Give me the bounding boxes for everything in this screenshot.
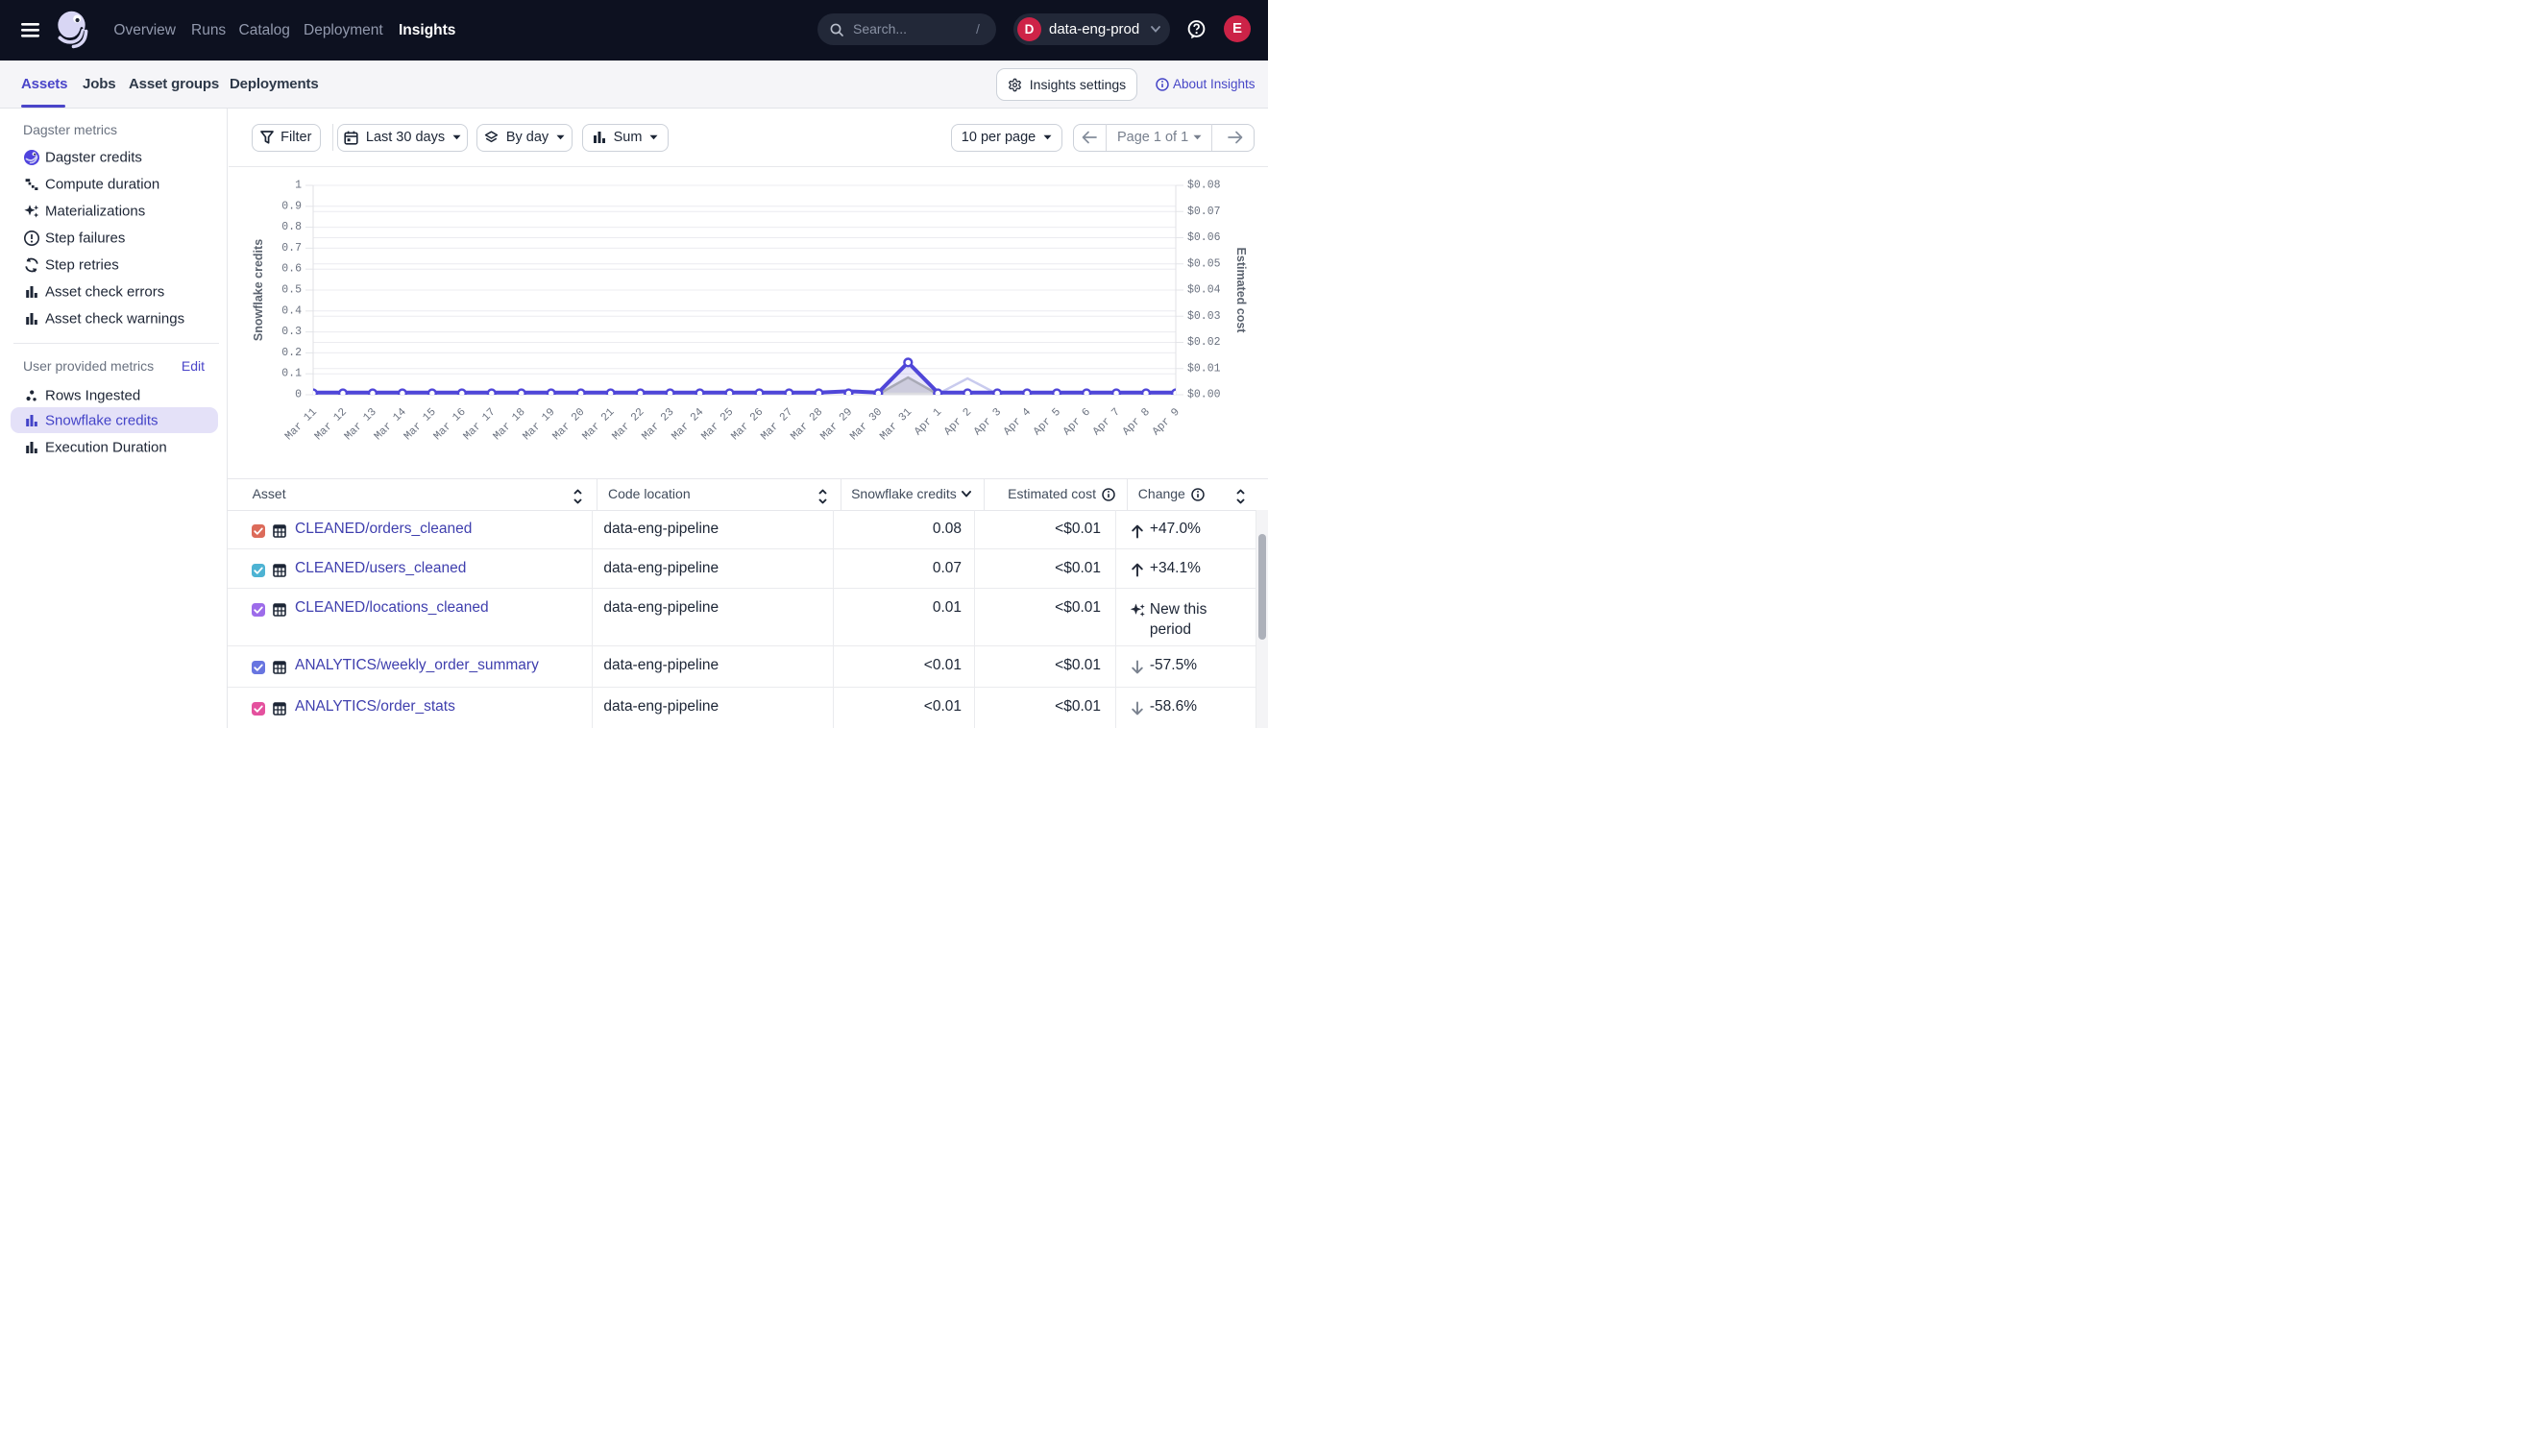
svg-text:Mar 12: Mar 12 bbox=[312, 406, 350, 444]
svg-text:Mar 19: Mar 19 bbox=[521, 406, 558, 444]
svg-text:0.9: 0.9 bbox=[281, 200, 302, 212]
svg-text:Mar 30: Mar 30 bbox=[848, 406, 886, 444]
svg-text:0.2: 0.2 bbox=[281, 347, 302, 359]
svg-text:$0.04: $0.04 bbox=[1187, 284, 1221, 297]
svg-text:0: 0 bbox=[295, 389, 302, 401]
svg-text:Mar 15: Mar 15 bbox=[402, 406, 439, 444]
svg-text:Mar 28: Mar 28 bbox=[789, 406, 826, 444]
svg-text:Mar 11: Mar 11 bbox=[282, 406, 320, 444]
svg-text:Mar 31: Mar 31 bbox=[878, 406, 915, 444]
svg-text:1: 1 bbox=[295, 180, 302, 192]
svg-text:Mar 27: Mar 27 bbox=[759, 406, 795, 443]
svg-text:Apr 7: Apr 7 bbox=[1090, 406, 1123, 439]
svg-text:Mar 26: Mar 26 bbox=[729, 406, 767, 444]
svg-text:0.6: 0.6 bbox=[281, 263, 302, 276]
svg-text:$0.07: $0.07 bbox=[1187, 206, 1221, 218]
svg-text:$0.05: $0.05 bbox=[1187, 257, 1221, 270]
svg-text:Apr 1: Apr 1 bbox=[913, 406, 945, 439]
svg-text:$0.06: $0.06 bbox=[1187, 231, 1221, 244]
svg-text:Mar 16: Mar 16 bbox=[431, 406, 469, 444]
svg-text:0.1: 0.1 bbox=[281, 368, 302, 380]
svg-text:Mar 23: Mar 23 bbox=[640, 406, 677, 444]
svg-text:0.7: 0.7 bbox=[281, 242, 302, 255]
svg-text:Mar 25: Mar 25 bbox=[699, 406, 737, 444]
svg-text:Mar 14: Mar 14 bbox=[372, 406, 409, 444]
svg-text:Mar 18: Mar 18 bbox=[491, 406, 528, 444]
svg-text:Snowflake credits: Snowflake credits bbox=[252, 239, 265, 341]
svg-text:0.4: 0.4 bbox=[281, 304, 302, 317]
svg-text:Apr 9: Apr 9 bbox=[1150, 406, 1183, 439]
svg-text:Mar 21: Mar 21 bbox=[580, 406, 618, 444]
svg-text:Mar 22: Mar 22 bbox=[610, 406, 647, 444]
svg-text:Mar 20: Mar 20 bbox=[550, 406, 588, 444]
svg-text:0.3: 0.3 bbox=[281, 326, 302, 338]
svg-text:$0.02: $0.02 bbox=[1187, 336, 1221, 349]
svg-text:Apr 6: Apr 6 bbox=[1061, 406, 1093, 439]
svg-text:0.5: 0.5 bbox=[281, 284, 302, 297]
svg-text:Apr 4: Apr 4 bbox=[1001, 406, 1034, 439]
svg-text:Apr 8: Apr 8 bbox=[1120, 406, 1153, 439]
svg-text:$0.00: $0.00 bbox=[1187, 389, 1221, 401]
svg-text:Apr 2: Apr 2 bbox=[941, 406, 974, 439]
svg-text:0.8: 0.8 bbox=[281, 221, 302, 233]
svg-text:$0.08: $0.08 bbox=[1187, 180, 1221, 192]
svg-text:Mar 29: Mar 29 bbox=[818, 406, 856, 444]
svg-text:$0.01: $0.01 bbox=[1187, 362, 1221, 375]
svg-text:Apr 5: Apr 5 bbox=[1031, 406, 1063, 439]
svg-text:Apr 3: Apr 3 bbox=[971, 406, 1004, 439]
svg-text:Estimated cost: Estimated cost bbox=[1234, 248, 1248, 334]
svg-text:Mar 17: Mar 17 bbox=[461, 406, 498, 443]
svg-text:Mar 13: Mar 13 bbox=[342, 406, 379, 444]
svg-text:$0.03: $0.03 bbox=[1187, 310, 1221, 323]
svg-text:Mar 24: Mar 24 bbox=[670, 406, 707, 444]
